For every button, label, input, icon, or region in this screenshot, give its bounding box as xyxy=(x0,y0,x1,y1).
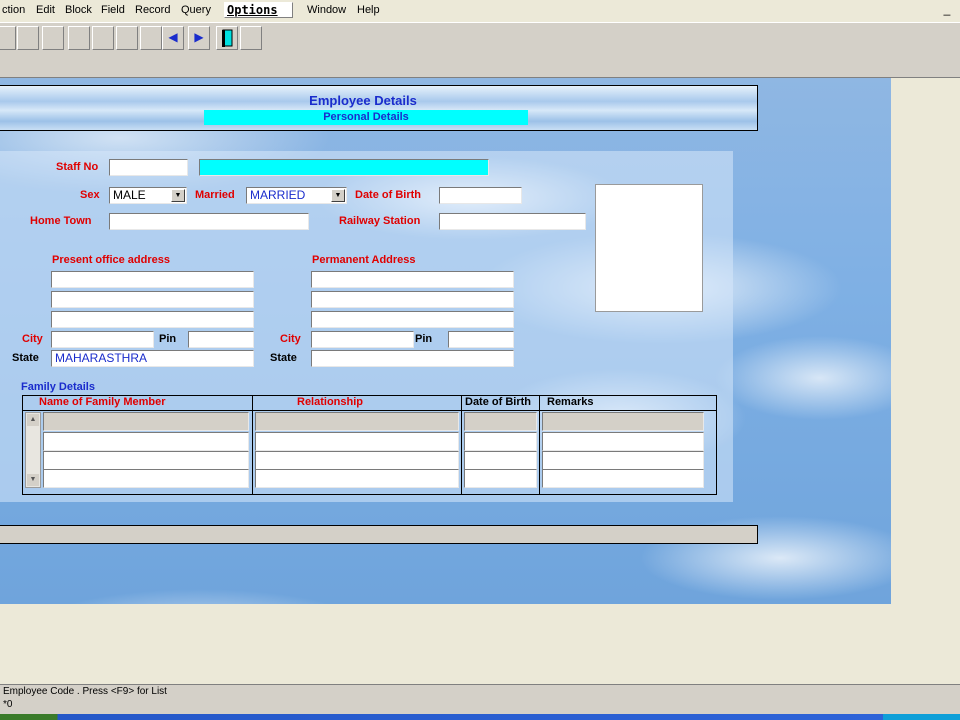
family-remarks-cell[interactable] xyxy=(542,412,704,431)
permanent-state-label: State xyxy=(270,352,297,364)
form-title: Employee Details xyxy=(309,93,417,108)
home-town-field[interactable] xyxy=(109,213,309,230)
chevron-down-icon[interactable]: ▼ xyxy=(331,189,345,202)
permanent-city-label: City xyxy=(280,333,301,345)
sex-label: Sex xyxy=(80,189,100,201)
column-divider xyxy=(539,395,540,495)
married-select[interactable]: MARRIED ▼ xyxy=(246,187,347,204)
photo-box[interactable] xyxy=(595,184,703,312)
menu-query[interactable]: Query xyxy=(181,4,211,16)
form-subtitle: Personal Details xyxy=(323,111,409,123)
column-header-name: Name of Family Member xyxy=(39,396,166,408)
family-name-cell[interactable] xyxy=(43,469,249,488)
railway-station-label: Railway Station xyxy=(339,215,421,227)
present-state-label: State xyxy=(12,352,39,364)
present-address-line-1[interactable] xyxy=(51,271,254,288)
scroll-up-icon[interactable]: ▲ xyxy=(27,414,39,426)
column-header-dob: Date of Birth xyxy=(465,396,531,408)
previous-record-button[interactable]: ◀ xyxy=(162,26,184,50)
column-header-relationship: Relationship xyxy=(297,396,364,408)
family-name-cell[interactable] xyxy=(43,412,249,431)
menu-help[interactable]: Help xyxy=(357,4,380,16)
family-remarks-cell[interactable] xyxy=(542,451,704,470)
menu-bar: ction Edit Block Field Record Query Opti… xyxy=(0,0,960,23)
status-message: Employee Code . Press <F9> for List xyxy=(3,686,167,697)
permanent-pin-field[interactable] xyxy=(448,331,514,348)
dob-field[interactable] xyxy=(439,187,522,204)
permanent-pin-label: Pin xyxy=(415,333,433,345)
staff-no-label: Staff No xyxy=(56,161,99,173)
family-relationship-cell[interactable] xyxy=(255,469,459,488)
permanent-state-field[interactable] xyxy=(311,350,514,367)
present-pin-label: Pin xyxy=(159,333,177,345)
permanent-address-line-1[interactable] xyxy=(311,271,514,288)
family-remarks-cell[interactable] xyxy=(542,432,704,451)
toolbar-button-3[interactable] xyxy=(42,26,64,50)
permanent-address-line-2[interactable] xyxy=(311,291,514,308)
menu-field[interactable]: Field xyxy=(101,4,125,16)
toolbar-button-5[interactable] xyxy=(92,26,114,50)
present-address-label: Present office address xyxy=(52,254,170,266)
family-name-cell[interactable] xyxy=(43,432,249,451)
family-dob-cell[interactable] xyxy=(464,451,537,470)
railway-station-field[interactable] xyxy=(439,213,586,230)
chevron-down-icon[interactable]: ▼ xyxy=(171,189,185,202)
column-header-remarks: Remarks xyxy=(547,396,594,408)
exit-button[interactable] xyxy=(216,26,238,50)
present-city-field[interactable] xyxy=(51,331,154,348)
taskbar xyxy=(0,714,960,720)
family-dob-cell[interactable] xyxy=(464,412,537,431)
family-name-cell[interactable] xyxy=(43,451,249,470)
toolbar-button-2[interactable] xyxy=(17,26,39,50)
present-address-line-3[interactable] xyxy=(51,311,254,328)
family-table-scrollbar[interactable]: ▲ ▼ xyxy=(25,412,41,488)
toolbar-button-4[interactable] xyxy=(68,26,90,50)
menu-window[interactable]: Window xyxy=(307,4,346,16)
scroll-down-icon[interactable]: ▼ xyxy=(27,474,39,486)
menu-edit[interactable]: Edit xyxy=(36,4,55,16)
sex-value: MALE xyxy=(113,188,146,202)
present-pin-field[interactable] xyxy=(188,331,254,348)
column-divider xyxy=(461,395,462,495)
menu-action[interactable]: ction xyxy=(2,4,25,16)
toolbar-button-6[interactable] xyxy=(116,26,138,50)
permanent-address-line-3[interactable] xyxy=(311,311,514,328)
family-dob-cell[interactable] xyxy=(464,469,537,488)
family-dob-cell[interactable] xyxy=(464,432,537,451)
family-remarks-cell[interactable] xyxy=(542,469,704,488)
menu-record[interactable]: Record xyxy=(135,4,170,16)
family-relationship-cell[interactable] xyxy=(255,432,459,451)
permanent-address-label: Permanent Address xyxy=(312,254,416,266)
toolbar-button-7[interactable] xyxy=(140,26,162,50)
arrow-left-icon: ◀ xyxy=(168,30,178,44)
bottom-bar xyxy=(0,525,758,544)
family-table-header-divider xyxy=(22,410,717,411)
family-relationship-cell[interactable] xyxy=(255,412,459,431)
toolbar-button-11[interactable] xyxy=(240,26,262,50)
toolbar: ◀ ▶ xyxy=(0,23,960,78)
menu-block[interactable]: Block xyxy=(65,4,92,16)
staff-no-field[interactable] xyxy=(109,159,188,176)
married-value: MARRIED xyxy=(250,188,306,202)
minimize-button[interactable]: _ xyxy=(940,3,954,18)
present-address-line-2[interactable] xyxy=(51,291,254,308)
next-record-button[interactable]: ▶ xyxy=(188,26,210,50)
staff-name-field[interactable] xyxy=(199,159,489,176)
arrow-right-icon: ▶ xyxy=(194,30,204,44)
home-town-label: Home Town xyxy=(30,215,92,227)
toolbar-button-1[interactable] xyxy=(0,26,16,50)
present-city-label: City xyxy=(22,333,43,345)
sex-select[interactable]: MALE ▼ xyxy=(109,187,187,204)
family-details-title: Family Details xyxy=(21,381,95,393)
menu-options[interactable]: Options xyxy=(224,2,293,18)
permanent-city-field[interactable] xyxy=(311,331,414,348)
dob-label: Date of Birth xyxy=(355,189,421,201)
present-state-field[interactable]: MAHARASTHRA xyxy=(51,350,254,367)
married-label: Married xyxy=(195,189,235,201)
column-divider xyxy=(252,395,253,495)
door-exit-icon xyxy=(222,29,233,47)
record-count: *0 xyxy=(3,699,13,710)
family-relationship-cell[interactable] xyxy=(255,451,459,470)
